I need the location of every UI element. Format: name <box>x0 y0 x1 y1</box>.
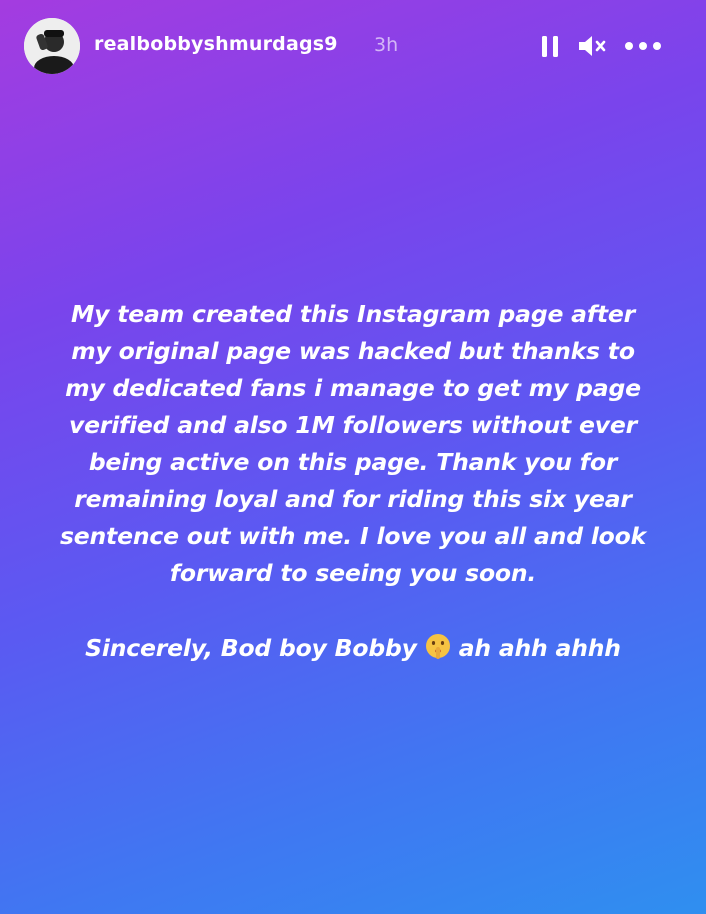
pause-button[interactable] <box>538 30 564 62</box>
more-dots-icon <box>625 42 661 50</box>
signoff-suffix: ah ahh ahhh <box>458 634 621 662</box>
mute-button[interactable] <box>576 30 610 62</box>
story-timestamp: 3h <box>374 34 399 56</box>
shushing-face-emoji-icon <box>425 634 450 659</box>
signoff-text: Sincerely, Bod boy Bobby <box>85 634 417 662</box>
pause-icon <box>542 36 558 57</box>
story-message-text: My team created this Instagram page afte… <box>60 300 646 587</box>
avatar-profile-icon <box>24 18 80 74</box>
story-viewer[interactable]: realbobbyshmurdags9 3h My team created t… <box>0 0 706 914</box>
muted-speaker-icon <box>579 36 606 56</box>
avatar[interactable] <box>24 18 80 74</box>
username[interactable]: realbobbyshmurdags9 <box>94 33 338 55</box>
story-header: realbobbyshmurdags9 3h <box>0 0 706 94</box>
story-signoff: Sincerely, Bod boy Bobby ah ahh ahhh <box>30 630 676 667</box>
more-options-button[interactable] <box>622 30 664 62</box>
